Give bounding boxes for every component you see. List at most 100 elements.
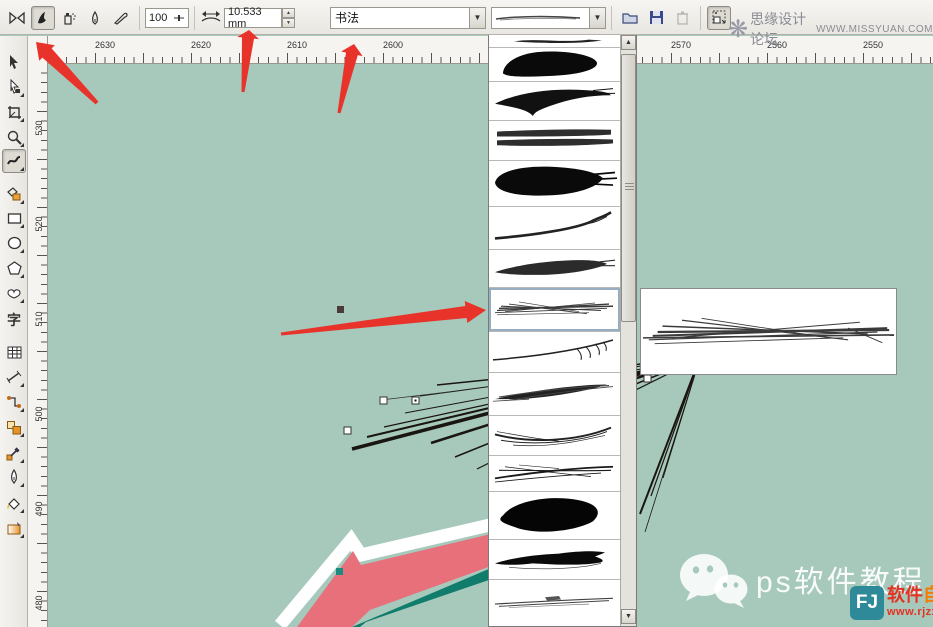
preset-mode-button[interactable] — [5, 6, 29, 30]
stroke-preview-image — [641, 289, 896, 374]
list-item-wing-stroke[interactable] — [489, 82, 620, 121]
list-scrollbar[interactable]: ▲ ▼ — [620, 35, 636, 626]
brush-mode-button[interactable] — [31, 6, 55, 30]
polygon-tool[interactable] — [3, 257, 25, 279]
list-item-diamond-blob-stroke[interactable] — [489, 492, 620, 540]
sprayer-icon — [61, 10, 77, 26]
list-item-layered-stroke[interactable] — [489, 373, 620, 416]
scrollbar-thumb[interactable] — [621, 54, 636, 322]
calligraphic-nib-icon — [87, 10, 103, 26]
pressure-pen-icon — [112, 10, 130, 26]
list-item-fish-stroke[interactable] — [489, 540, 620, 580]
list-item-feathered-curve-stroke[interactable] — [489, 332, 620, 373]
dimension-tool[interactable] — [3, 366, 25, 388]
stroke-width-value: 10.533 mm — [228, 6, 278, 30]
scale-marquee-icon — [711, 9, 728, 26]
list-item-swoosh-stroke[interactable] — [489, 207, 620, 250]
basic-shapes-tool[interactable] — [3, 282, 25, 304]
ruler-label: 500 — [34, 404, 44, 424]
shape-tool[interactable] — [3, 76, 25, 98]
outline-pen-tool[interactable] — [3, 466, 25, 488]
table-grid-icon — [7, 346, 22, 359]
blend-icon — [6, 420, 22, 435]
toolbar-separator — [700, 6, 701, 30]
category-value: 书法 — [331, 9, 359, 26]
save-button[interactable] — [644, 6, 668, 30]
connector-icon — [6, 395, 22, 409]
delete-button[interactable] — [670, 6, 694, 30]
list-item-ink-blob-stroke[interactable] — [489, 48, 620, 82]
blend-tool[interactable] — [3, 416, 25, 438]
crop-icon — [7, 105, 22, 120]
brush-stroke-icon — [35, 10, 51, 26]
trash-icon — [676, 10, 689, 25]
list-item-thin-stroke[interactable] — [489, 35, 620, 48]
color-eyedropper-tool[interactable] — [3, 442, 25, 464]
basic-shapes-icon — [6, 286, 22, 300]
vertical-ruler: 530 520 510 500 490 480 — [28, 36, 48, 627]
logo-name-1: 软件 — [887, 585, 923, 605]
spinner-up-icon[interactable]: ▲ — [282, 8, 295, 18]
artistic-media-icon — [6, 153, 22, 169]
zoom-tool[interactable] — [3, 126, 25, 148]
ruler-label: 2570 — [671, 40, 691, 50]
connector-tool[interactable] — [3, 391, 25, 413]
slider-icon[interactable] — [173, 12, 185, 24]
spinner-down-icon[interactable]: ▼ — [282, 18, 295, 28]
ruler-label: 2620 — [191, 40, 211, 50]
ruler-label: 530 — [34, 118, 44, 138]
list-item-thick-taper-stroke[interactable] — [489, 250, 620, 288]
sprayer-mode-button[interactable] — [57, 6, 81, 30]
fill-bucket-icon — [6, 496, 22, 511]
list-item-scratchy-lines-stroke[interactable] — [489, 288, 620, 332]
text-tool-glyph: 字 — [7, 310, 21, 330]
stroke-width-spinner[interactable]: ▲ ▼ — [282, 8, 295, 28]
ruler-label: 490 — [34, 499, 44, 519]
ruler-label: 480 — [34, 593, 44, 613]
shape-node-icon — [7, 79, 21, 95]
browse-button[interactable] — [618, 6, 642, 30]
chevron-down-icon[interactable]: ▼ — [469, 8, 485, 28]
toolbar-separator — [139, 6, 140, 30]
list-item-crossing-lines-stroke[interactable] — [489, 456, 620, 493]
chevron-down-icon[interactable]: ▼ — [589, 8, 605, 28]
stroke-category-dropdown[interactable]: 书法 ▼ — [330, 7, 486, 29]
toolbar-separator — [611, 6, 612, 30]
stroke-preview-popup — [640, 288, 897, 375]
list-item-double-bar-stroke[interactable] — [489, 121, 620, 161]
list-item-teardrop-stroke[interactable] — [489, 161, 620, 208]
rectangle-icon — [7, 212, 22, 225]
eyedropper-icon — [6, 446, 22, 461]
save-floppy-icon — [649, 10, 664, 25]
stroke-shape-list: ▲ ▼ — [488, 34, 637, 627]
fill-tool[interactable] — [3, 492, 25, 514]
pressure-mode-button[interactable] — [109, 6, 133, 30]
selected-stroke-preview — [492, 10, 584, 26]
magnifier-icon — [7, 130, 22, 145]
ruler-label: 2630 — [95, 40, 115, 50]
smart-fill-icon — [6, 186, 22, 202]
list-item-sweep-curves-stroke[interactable] — [489, 416, 620, 456]
scroll-up-icon[interactable]: ▲ — [621, 35, 636, 50]
rectangle-tool[interactable] — [3, 207, 25, 229]
artistic-media-tool[interactable] — [2, 149, 26, 173]
calligraphic-mode-button[interactable] — [83, 6, 107, 30]
interactive-fill-tool[interactable] — [3, 517, 25, 539]
ruler-label: 510 — [34, 309, 44, 329]
text-tool[interactable]: 字 — [3, 309, 25, 331]
stroke-width-input[interactable]: 10.533 mm — [224, 8, 282, 28]
freehand-smoothing-input[interactable]: 100 — [145, 8, 189, 28]
stroke-shape-dropdown[interactable]: ▼ — [491, 7, 606, 29]
pick-tool[interactable] — [3, 51, 25, 73]
forum-name: 思缘设计论坛 — [750, 9, 810, 49]
wechat-icon — [676, 548, 748, 610]
table-tool[interactable] — [3, 341, 25, 363]
list-item-sketch-line-stroke[interactable] — [489, 580, 620, 626]
preset-bowtie-icon — [8, 11, 26, 25]
ellipse-tool[interactable] — [3, 232, 25, 254]
scroll-down-icon[interactable]: ▼ — [621, 609, 636, 624]
interactive-fill-icon — [6, 521, 22, 536]
smart-fill-tool[interactable] — [3, 183, 25, 205]
forum-watermark: ❋ 思缘设计论坛 WWW.MISSYUAN.COM — [728, 9, 933, 49]
crop-tool[interactable] — [3, 101, 25, 123]
